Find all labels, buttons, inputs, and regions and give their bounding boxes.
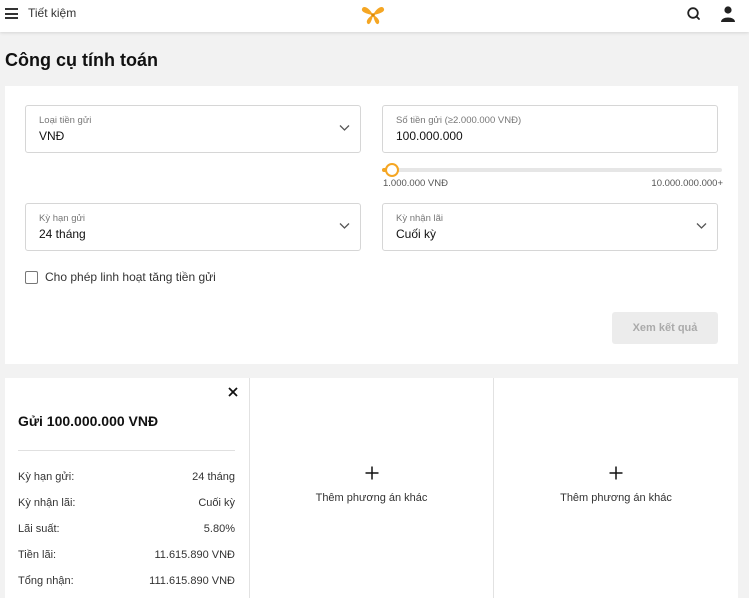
add-option-card: Thêm phương án khác bbox=[249, 378, 493, 598]
payout-select-value: Cuối kỳ bbox=[396, 227, 437, 241]
currency-select-label: Loại tiền gửi bbox=[39, 115, 92, 126]
add-option-card: Thêm phương án khác bbox=[493, 378, 738, 598]
slider-thumb[interactable] bbox=[385, 163, 400, 177]
chevron-down-icon bbox=[339, 125, 350, 131]
slider-track bbox=[382, 168, 722, 172]
top-bar: Tiết kiệm bbox=[0, 0, 749, 32]
summary-row: Lãi suất: 5.80% bbox=[18, 523, 235, 539]
term-select-label: Kỳ hạn gửi bbox=[39, 213, 85, 224]
summary-row-key: Tiền lãi: bbox=[18, 549, 57, 561]
currency-select[interactable]: Loại tiền gửi VNĐ bbox=[25, 105, 361, 153]
result-summary-card: Gửi 100.000.000 VNĐ Kỳ hạn gửi: 24 tháng… bbox=[5, 378, 248, 598]
search-icon[interactable] bbox=[686, 6, 702, 22]
amount-input-label: Số tiền gửi (≥2.000.000 VNĐ) bbox=[396, 115, 522, 126]
hamburger-menu-icon[interactable] bbox=[5, 8, 18, 19]
term-select[interactable]: Kỳ hạn gửi 24 tháng bbox=[25, 203, 361, 251]
results-panel: Gửi 100.000.000 VNĐ Kỳ hạn gửi: 24 tháng… bbox=[5, 378, 738, 598]
summary-row-value: 5.80% bbox=[203, 523, 235, 535]
term-select-value: 24 tháng bbox=[39, 227, 86, 241]
slider-max-label: 10.000.000.000+ bbox=[651, 178, 723, 189]
summary-title: Gửi 100.000.000 VNĐ bbox=[18, 413, 159, 429]
payout-select[interactable]: Kỳ nhận lãi Cuối kỳ bbox=[382, 203, 718, 251]
summary-row: Kỳ hạn gửi: 24 tháng bbox=[18, 471, 235, 487]
brand-label[interactable]: Tiết kiệm bbox=[28, 6, 76, 20]
summary-row-value: 24 tháng bbox=[192, 471, 235, 483]
summary-row-key: Tổng nhận: bbox=[18, 575, 74, 587]
add-option-label: Thêm phương án khác bbox=[315, 492, 428, 504]
payout-select-label: Kỳ nhận lãi bbox=[396, 213, 444, 224]
butterfly-logo-icon[interactable] bbox=[360, 3, 386, 27]
calculator-form: Loại tiền gửi VNĐ Số tiền gửi (≥2.000.00… bbox=[5, 86, 738, 364]
summary-row-value: 11.615.890 VNĐ bbox=[154, 549, 235, 561]
add-option-button[interactable]: Thêm phương án khác bbox=[250, 466, 493, 506]
summary-row-key: Kỳ hạn gửi: bbox=[18, 471, 75, 483]
plus-icon bbox=[609, 466, 623, 480]
summary-row: Tiền lãi: 11.615.890 VNĐ bbox=[18, 549, 235, 565]
summary-row-value: Cuối kỳ bbox=[198, 497, 235, 509]
page-title: Công cụ tính toán bbox=[5, 50, 158, 70]
close-icon[interactable] bbox=[227, 386, 239, 398]
amount-slider[interactable] bbox=[382, 163, 722, 178]
amount-input[interactable]: Số tiền gửi (≥2.000.000 VNĐ) 100.000.000 bbox=[382, 105, 718, 153]
summary-divider bbox=[18, 450, 235, 451]
summary-row: Tổng nhận: 111.615.890 VNĐ bbox=[18, 575, 235, 591]
chevron-down-icon bbox=[339, 223, 350, 229]
currency-select-value: VNĐ bbox=[39, 129, 65, 143]
summary-row: Kỳ nhận lãi: Cuối kỳ bbox=[18, 497, 235, 513]
chevron-down-icon bbox=[696, 223, 707, 229]
view-result-button[interactable]: Xem kết quả bbox=[612, 312, 718, 344]
flexible-deposit-checkbox[interactable] bbox=[25, 271, 38, 284]
summary-row-value: 111.615.890 VNĐ bbox=[149, 575, 235, 587]
amount-input-value: 100.000.000 bbox=[396, 129, 463, 143]
plus-icon bbox=[365, 466, 378, 480]
summary-row-key: Lãi suất: bbox=[18, 523, 60, 535]
add-option-label: Thêm phương án khác bbox=[560, 492, 672, 504]
flexible-deposit-label[interactable]: Cho phép linh hoạt tăng tiền gửi bbox=[45, 270, 216, 284]
add-option-button[interactable]: Thêm phương án khác bbox=[494, 466, 738, 506]
user-account-icon[interactable] bbox=[720, 5, 736, 23]
slider-min-label: 1.000.000 VNĐ bbox=[383, 178, 448, 189]
summary-row-key: Kỳ nhận lãi: bbox=[18, 497, 76, 509]
